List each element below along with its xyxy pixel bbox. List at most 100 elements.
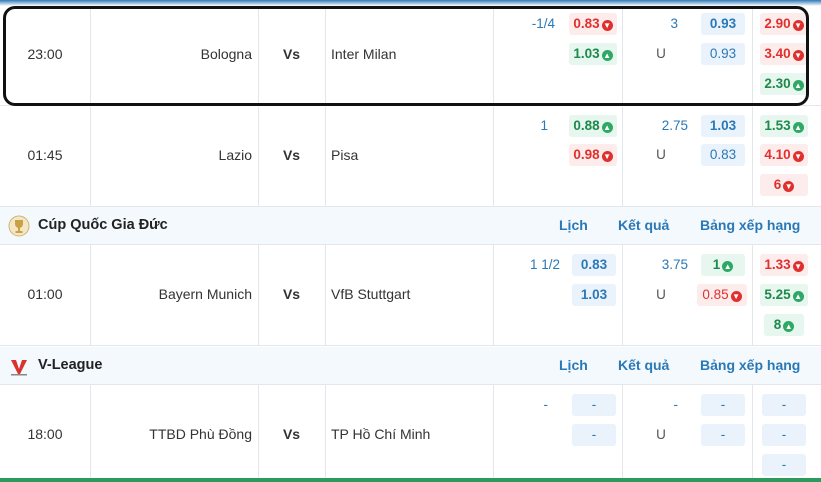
under-label: U	[656, 287, 666, 302]
match-row[interactable]: 01:00 Bayern Munich Vs VfB Stuttgart 1 1…	[0, 245, 821, 346]
divider	[622, 6, 623, 105]
odds-value: 1.33	[764, 257, 791, 272]
league-name[interactable]: V-League	[38, 357, 102, 373]
handicap-line: 1 1/2	[529, 257, 560, 272]
arrow-up-icon: ▲	[792, 80, 804, 91]
odds-value: 1.53	[764, 118, 791, 133]
vs-label: Vs	[282, 147, 301, 163]
arrow-up-icon: ▲	[792, 291, 804, 302]
vs-label: Vs	[282, 286, 301, 302]
divider	[622, 245, 623, 345]
schedule-link[interactable]: Lịch	[559, 217, 588, 233]
divider	[493, 107, 494, 206]
handicap-line: -1/4	[531, 16, 555, 31]
handicap-line: -	[543, 397, 549, 412]
home-team[interactable]: Bologna	[201, 46, 252, 62]
over-under-line: -	[673, 397, 679, 412]
arrow-up-icon: ▲	[792, 122, 804, 133]
match-time: 23:00	[27, 46, 63, 62]
odds-value: 0.98	[573, 147, 600, 162]
home-win-odds[interactable]: 1.33 ▼	[760, 254, 808, 276]
away-team[interactable]: TP Hồ Chí Minh	[331, 426, 430, 442]
away-win-odds[interactable]: 6 ▼	[760, 174, 808, 196]
away-team[interactable]: Pisa	[331, 147, 358, 163]
results-link[interactable]: Kết quả	[618, 357, 669, 373]
divider	[325, 385, 326, 478]
away-team[interactable]: Inter Milan	[331, 46, 396, 62]
schedule-link[interactable]: Lịch	[559, 357, 588, 373]
home-team[interactable]: TTBD Phù Đồng	[149, 426, 252, 442]
under-label: U	[656, 147, 666, 162]
v-league-logo-icon	[11, 360, 27, 376]
divider	[752, 107, 753, 206]
arrow-up-icon: ▲	[722, 261, 734, 272]
divider	[622, 385, 623, 478]
odds-value: 8	[773, 317, 782, 332]
over-odds[interactable]: 0.93	[701, 13, 745, 35]
divider	[90, 6, 91, 105]
divider	[325, 107, 326, 206]
handicap-home-odds[interactable]: 0.83	[572, 254, 616, 276]
handicap-home-odds[interactable]: -	[572, 394, 616, 416]
divider	[90, 107, 91, 206]
vs-label: Vs	[282, 46, 301, 62]
draw-odds[interactable]: 5.25 ▲	[760, 284, 808, 306]
under-odds[interactable]: 0.93	[701, 43, 745, 65]
handicap-away-odds[interactable]: 0.98 ▼	[569, 144, 617, 166]
home-win-odds[interactable]: -	[762, 394, 806, 416]
divider	[90, 385, 91, 478]
arrow-down-icon: ▼	[792, 261, 804, 272]
arrow-up-icon: ▲	[601, 50, 613, 61]
draw-odds[interactable]: 3.40 ▼	[760, 43, 808, 65]
home-win-odds[interactable]: 2.90 ▼	[760, 13, 808, 35]
over-odds[interactable]: 1 ▲	[701, 254, 745, 276]
arrow-down-icon: ▼	[730, 291, 742, 302]
arrow-down-icon: ▼	[792, 20, 804, 31]
over-odds[interactable]: 1.03	[701, 115, 745, 137]
match-time: 01:45	[27, 147, 63, 163]
match-time: 18:00	[27, 426, 63, 442]
away-team[interactable]: VfB Stuttgart	[331, 286, 410, 302]
arrow-down-icon: ▼	[601, 151, 613, 162]
standings-link[interactable]: Bảng xếp hạng	[700, 357, 800, 373]
results-link[interactable]: Kết quả	[618, 217, 669, 233]
match-row[interactable]: 18:00 TTBD Phù Đồng Vs TP Hồ Chí Minh - …	[0, 385, 821, 478]
german-cup-logo-icon	[8, 215, 30, 237]
divider	[752, 245, 753, 345]
league-header: V-League Lịch Kết quả Bảng xếp hạng	[0, 347, 821, 385]
draw-odds[interactable]: 4.10 ▼	[760, 144, 808, 166]
divider	[622, 107, 623, 206]
under-odds[interactable]: 0.83	[701, 144, 745, 166]
match-row[interactable]: 01:45 Lazio Vs Pisa 1 0.88 ▲ 0.98 ▼ 2.75 1…	[0, 107, 821, 207]
draw-odds[interactable]: -	[762, 424, 806, 446]
standings-link[interactable]: Bảng xếp hạng	[700, 217, 800, 233]
home-win-odds[interactable]: 1.53 ▲	[760, 115, 808, 137]
away-win-odds[interactable]: -	[762, 454, 806, 476]
over-under-line: 3	[670, 16, 678, 31]
handicap-home-odds[interactable]: 0.83 ▼	[569, 13, 617, 35]
home-team[interactable]: Bayern Munich	[159, 286, 252, 302]
under-label: U	[656, 46, 666, 61]
handicap-away-odds[interactable]: 1.03 ▲	[569, 43, 617, 65]
handicap-away-odds[interactable]: -	[572, 424, 616, 446]
arrow-down-icon: ▼	[792, 151, 804, 162]
arrow-up-icon: ▲	[601, 122, 613, 133]
arrow-down-icon: ▼	[792, 50, 804, 61]
handicap-home-odds[interactable]: 0.88 ▲	[569, 115, 617, 137]
vs-label: Vs	[282, 426, 301, 442]
league-name[interactable]: Cúp Quốc Gia Đức	[38, 217, 168, 233]
over-odds[interactable]: -	[701, 394, 745, 416]
away-win-odds[interactable]: 2.30 ▲	[760, 73, 808, 95]
home-team[interactable]: Lazio	[219, 147, 252, 163]
away-win-odds[interactable]: 8 ▲	[764, 314, 804, 336]
odds-value: 1.03	[573, 46, 600, 61]
arrow-down-icon: ▼	[601, 20, 613, 31]
odds-value: 0.83	[573, 16, 600, 31]
bottom-border	[0, 478, 821, 482]
under-odds[interactable]: -	[701, 424, 745, 446]
league-header: Cúp Quốc Gia Đức Lịch Kết quả Bảng xếp h…	[0, 207, 821, 245]
match-row[interactable]: 23:00 Bologna Vs Inter Milan -1/4 0.83 ▼ …	[0, 6, 821, 106]
handicap-line: 1	[540, 118, 548, 133]
under-odds[interactable]: 0.85 ▼	[697, 284, 747, 306]
handicap-away-odds[interactable]: 1.03	[572, 284, 616, 306]
